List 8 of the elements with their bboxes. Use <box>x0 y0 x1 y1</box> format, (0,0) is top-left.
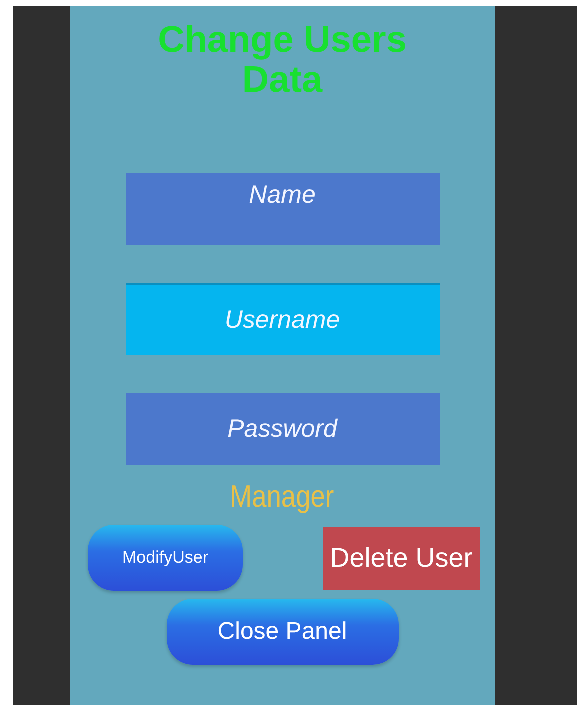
password-field[interactable]: Password <box>126 393 440 465</box>
modify-button[interactable]: ModifyUser <box>88 525 243 591</box>
close-button[interactable]: Close Panel <box>166 599 398 665</box>
role-label: Manager <box>230 479 334 515</box>
delete-button[interactable]: Delete User <box>323 526 480 590</box>
username-field[interactable]: Username <box>126 283 440 355</box>
panel-title: Change Users Data <box>157 20 408 100</box>
name-field[interactable]: Name <box>126 173 440 245</box>
